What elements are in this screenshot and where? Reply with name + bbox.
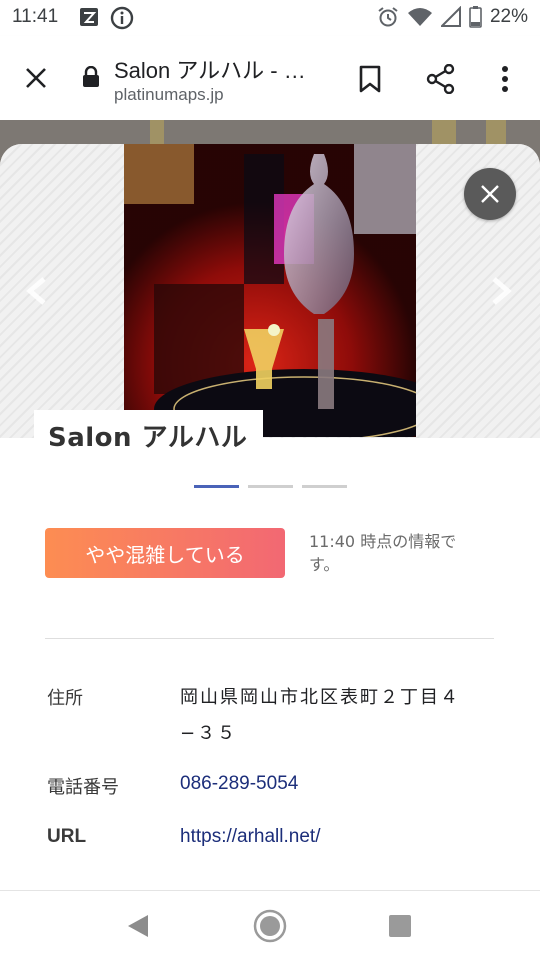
battery-percent: 22% — [489, 6, 528, 27]
phone-link[interactable]: 086-289-5054 — [180, 773, 298, 795]
carousel-prev-button[interactable] — [24, 276, 50, 306]
backdrop-detail — [486, 120, 506, 146]
status-time: 11:41 — [12, 6, 59, 27]
recents-icon[interactable] — [388, 914, 412, 938]
home-icon[interactable] — [253, 909, 287, 943]
page-title[interactable]: Salon アルハル - … — [114, 53, 306, 85]
crowd-info-time: 11:40 時点の情報です。 — [309, 532, 457, 574]
backdrop-detail — [432, 120, 456, 146]
backdrop-detail — [150, 120, 164, 146]
carousel-indicators — [194, 485, 347, 488]
address-line-2: −３５ — [180, 723, 238, 744]
share-icon — [426, 64, 455, 94]
venue-detail-modal: Salon アルハル やや混雑している 11:40 時点の情報です。 住所 岡山… — [0, 144, 540, 890]
system-nav-bar — [0, 890, 540, 961]
browser-toolbar: Salon アルハル - … platinumaps.jp — [0, 36, 540, 120]
carousel-indicator[interactable] — [194, 485, 239, 488]
venue-name: Salon アルハル — [48, 422, 248, 453]
status-left-icons — [78, 6, 134, 30]
divider — [45, 638, 494, 639]
share-button[interactable] — [422, 60, 460, 98]
phone-label: 電話番号 — [47, 777, 119, 798]
notification-icon — [80, 8, 98, 26]
address-value: 岡山県岡山市北区表町２丁目４ −３５ — [180, 680, 480, 752]
bookmark-button[interactable] — [354, 62, 386, 96]
carousel-next-button[interactable] — [488, 276, 514, 306]
close-tab-button[interactable] — [18, 60, 54, 96]
carousel-indicator[interactable] — [248, 485, 293, 488]
bookmark-icon — [359, 65, 381, 93]
status-right: 22% — [377, 6, 528, 28]
close-icon — [481, 185, 499, 203]
page-url[interactable]: platinumaps.jp — [114, 85, 224, 105]
more-options-button[interactable] — [492, 62, 518, 96]
website-link[interactable]: https://arhall.net/ — [180, 826, 320, 848]
signal-icon — [440, 6, 461, 27]
info-icon — [110, 6, 134, 30]
status-bar: 11:41 22% — [0, 0, 540, 36]
carousel-indicator[interactable] — [302, 485, 347, 488]
venue-name-label: Salon アルハル — [34, 410, 264, 460]
more-vert-icon — [502, 66, 508, 92]
wifi-icon — [407, 8, 432, 26]
address-line-1: 岡山県岡山市北区表町２丁目４ — [180, 687, 460, 708]
crowd-status-badge: やや混雑している — [45, 528, 285, 578]
address-label: 住所 — [47, 688, 83, 709]
battery-icon — [469, 6, 482, 28]
lock-icon — [83, 66, 99, 87]
close-icon — [26, 68, 46, 88]
venue-photo — [124, 144, 416, 437]
close-modal-button[interactable] — [464, 168, 516, 220]
crowd-status-text: やや混雑している — [85, 542, 245, 567]
url-label: URL — [47, 826, 87, 847]
alarm-icon — [378, 7, 398, 27]
back-icon[interactable] — [126, 913, 150, 939]
